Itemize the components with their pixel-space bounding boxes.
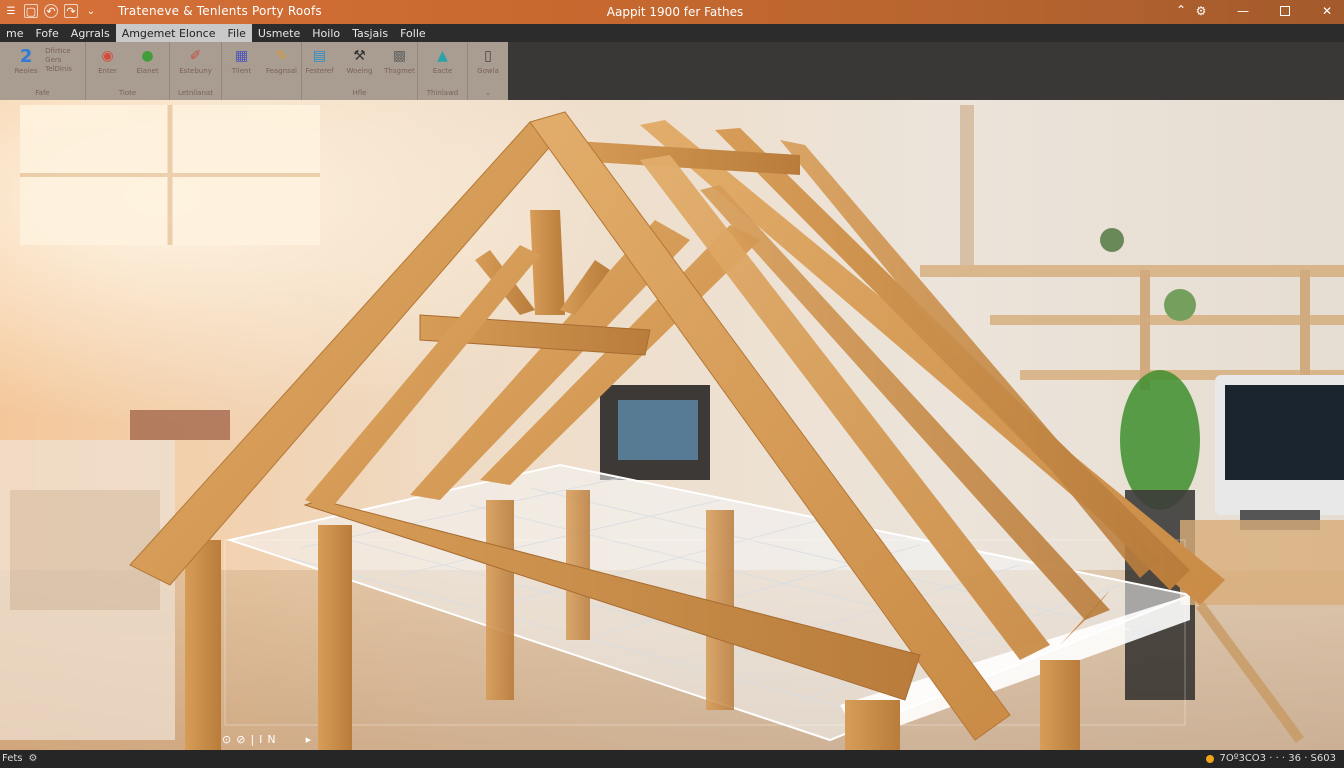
separator: | — [250, 733, 255, 746]
play-icon[interactable]: ▸ — [306, 733, 312, 746]
monitor — [1215, 375, 1344, 530]
ribbon-group-label: Thinlawd — [426, 89, 459, 97]
menu-item-1[interactable]: Fofe — [29, 24, 64, 42]
ribbon-button-enter[interactable]: ◉ Enter — [90, 47, 126, 86]
status-indicator-icon — [1205, 754, 1214, 763]
zoom-icon[interactable]: I — [259, 733, 262, 746]
ribbon-button-festeref[interactable]: ▤ Festeref — [302, 47, 338, 86]
maximize-button[interactable] — [1278, 3, 1292, 19]
ribbon-group-5: ▲ Eacte Thinlawd — [418, 42, 468, 100]
close-button[interactable]: ✕ — [1320, 3, 1334, 19]
ribbon-button-label: Gowla — [477, 67, 499, 75]
ribbon-group-label: Fafe — [35, 89, 50, 97]
pan-icon[interactable]: ⊘ — [236, 733, 245, 746]
ribbon-group-6: ▯ Gowla ⌄ — [468, 42, 508, 100]
settings-icon[interactable]: ⚙ — [1194, 3, 1208, 19]
ribbon-button-eacte[interactable]: ▲ Eacte — [425, 47, 461, 86]
ribbon-button-gowla[interactable]: ▯ Gowla — [470, 47, 506, 86]
tv — [600, 385, 710, 480]
ribbon-button-thsgmet[interactable]: ▩ Thsgmet — [382, 47, 418, 86]
ribbon-lead-button[interactable]: 2 Reoies — [13, 45, 39, 86]
paint-icon: ◉ — [101, 48, 114, 64]
status-left-text: Fets — [2, 753, 23, 764]
ribbon-button-estebuny[interactable]: ✐ Estebuny — [178, 47, 214, 86]
ribbon-button-label: Elanet — [136, 67, 159, 75]
ribbon-stack: Dfirtice Gers TelDinis — [45, 47, 72, 86]
ribbon-stack-item-0[interactable]: Dfirtice — [45, 47, 72, 56]
minimize-button[interactable]: — — [1236, 3, 1250, 19]
ribbon: 2 Reoies Dfirtice Gers TelDinis Fafe ◉ E… — [0, 42, 508, 100]
ribbon-expand-icon[interactable]: ⌄ — [485, 89, 491, 97]
ribbon-button-label: Feagnsal — [265, 67, 297, 75]
globe-icon: ● — [141, 48, 154, 64]
orbit-icon[interactable]: ⊙ — [222, 733, 231, 746]
ribbon-button-label: Woeing — [346, 67, 373, 75]
ribbon-group-label: Hfle — [352, 89, 367, 97]
status-bar: Fets ⚙ 7Oº3CO3 · · · 36 · S603 — [0, 750, 1344, 768]
window — [20, 105, 320, 245]
brush-icon: ✐ — [189, 48, 202, 64]
stamp-icon: ▩ — [392, 48, 407, 64]
3d-viewport[interactable]: ⊙ ⊘ | I N ▸ — [0, 100, 1344, 750]
menu-item-5[interactable]: Usmete — [252, 24, 306, 42]
menu-item-6[interactable]: Hoilo — [306, 24, 346, 42]
ribbon-button-woeing[interactable]: ⚒ Woeing — [342, 47, 378, 86]
app-title: Aappit 1900 fer Fathes — [606, 5, 744, 19]
window-controls: ⚙ — ✕ — [1194, 3, 1334, 19]
ribbon-group-0: 2 Reoies Dfirtice Gers TelDinis Fafe — [0, 42, 86, 100]
navigate-icon[interactable]: N — [267, 733, 275, 746]
maximize-icon — [1280, 6, 1290, 16]
ribbon-button-label: Enter — [98, 67, 117, 75]
ribbon-button-feagnsal[interactable]: ✎ Feagnsal — [264, 47, 300, 86]
menu-item-0[interactable]: me — [0, 24, 29, 42]
ribbon-button-label: Thsgmet — [384, 67, 415, 75]
menu-item-2[interactable]: Agrrals — [65, 24, 116, 42]
status-right-text: 7Oº3CO3 · · · 36 · S603 — [1219, 753, 1336, 764]
viewport-nav-controls: ⊙ ⊘ | I N ▸ — [222, 733, 311, 746]
menu-item-3[interactable]: Amgemet Elonce — [115, 24, 222, 42]
ribbon-group-label: Letnlianat — [178, 89, 213, 97]
ribbon-button-label: Tilent — [231, 67, 252, 75]
ribbon-stack-item-1[interactable]: Gers — [45, 56, 72, 65]
roof-truss-render — [0, 100, 1344, 750]
ribbon-group-4: ▤ Festeref ⚒ Woeing ▩ Thsgmet Hfle — [302, 42, 418, 100]
ribbon-lead-label: Reoies — [14, 67, 38, 75]
ribbon-group-2: ✐ Estebuny Letnlianat — [170, 42, 222, 100]
ribbon-button-label: Festeref — [305, 67, 334, 75]
tool-icon: ⚒ — [353, 48, 366, 64]
title-bar: ☰ ▢ ↶ ↷ ⌄ Trateneve & Tenlents Porty Roo… — [0, 0, 1344, 24]
pencil-icon: ✎ — [275, 48, 288, 64]
settings-icon[interactable]: ⚙ — [29, 753, 38, 764]
ribbon-empty-area — [508, 42, 1344, 100]
document-icon: ▯ — [484, 48, 492, 64]
ribbon-group-label: Tiote — [118, 89, 137, 97]
ribbon-button-label: Estebuny — [179, 67, 212, 75]
ribbon-stack-item-2[interactable]: TelDinis — [45, 65, 72, 74]
number-two-icon: 2 — [19, 45, 33, 67]
ribbon-collapse-icon[interactable]: ⌃ — [1176, 3, 1186, 17]
menu-item-7[interactable]: Tasjais — [346, 24, 394, 42]
ribbon-group-3: ▦ Tilent ✎ Feagnsal — [222, 42, 302, 100]
shape-icon: ▲ — [437, 48, 448, 64]
ribbon-button-label: Eacte — [432, 67, 453, 75]
ribbon-group-1: ◉ Enter ● Elanet Tiote — [86, 42, 170, 100]
ribbon-button-tilent[interactable]: ▦ Tilent — [224, 47, 260, 86]
folder-icon: ▤ — [312, 48, 327, 64]
menu-item-4[interactable]: File — [221, 24, 252, 42]
menu-bar: me Fofe Agrrals Amgemet Elonce File Usme… — [0, 24, 1344, 42]
menu-item-8[interactable]: Folle — [394, 24, 432, 42]
grid-icon: ▦ — [234, 48, 249, 64]
ribbon-button-elanet[interactable]: ● Elanet — [130, 47, 166, 86]
